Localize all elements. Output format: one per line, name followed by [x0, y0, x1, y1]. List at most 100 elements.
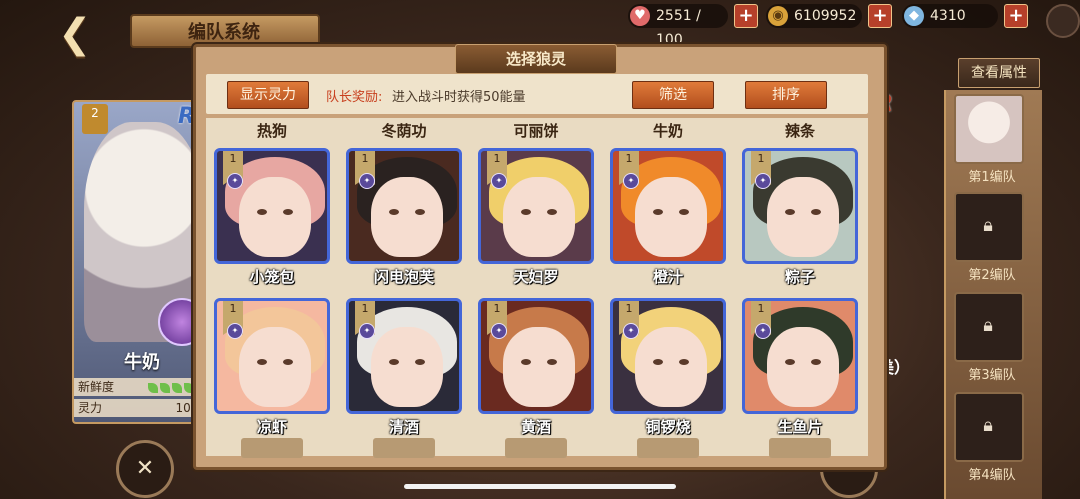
- sort-button[interactable]: 排序: [745, 81, 827, 109]
- menu-circle-button[interactable]: [1046, 4, 1080, 38]
- eye: [415, 209, 425, 215]
- gems-display: ◆ 4310 +: [902, 4, 1028, 28]
- power-label: 灵力: [78, 401, 103, 415]
- face: [635, 327, 707, 407]
- face: [371, 327, 443, 407]
- team-slot-1[interactable]: [954, 94, 1024, 164]
- eye: [283, 209, 293, 215]
- eye: [653, 209, 663, 215]
- eye: [653, 359, 663, 365]
- spirit-card[interactable]: 1 ✦: [214, 148, 330, 264]
- row-label: 热狗: [256, 122, 287, 140]
- show-power-button[interactable]: 显示灵力: [227, 81, 309, 109]
- lock-icon: 🔒︎: [983, 315, 993, 336]
- face: [239, 177, 311, 257]
- element-icon: ✦: [755, 173, 771, 189]
- eye: [547, 209, 557, 215]
- spirit-card[interactable]: 1 ✦: [610, 298, 726, 414]
- page-title: 编队系统: [130, 14, 320, 48]
- team-label-4: 第4编队: [968, 468, 1016, 483]
- coin-icon: ◉: [768, 6, 788, 26]
- team-label-1: 第1编队: [968, 170, 1016, 185]
- eye: [389, 209, 399, 215]
- team-slot-3[interactable]: 🔒︎: [954, 292, 1024, 362]
- eye: [521, 359, 531, 365]
- spirit-name: 粽子: [784, 268, 815, 286]
- element-icon: ✦: [359, 323, 375, 339]
- crystal-icon: ◆: [904, 6, 924, 26]
- slot-tab: [505, 438, 567, 458]
- face: [767, 327, 839, 407]
- stamina-display: ♥ 2551 / 100 +: [628, 4, 758, 48]
- face: [371, 177, 443, 257]
- eye: [415, 359, 425, 365]
- spirit-name: 黄酒: [520, 418, 551, 436]
- heart-icon: ♥: [630, 6, 650, 26]
- add-coins-button[interactable]: +: [868, 4, 892, 28]
- element-icon: ✦: [623, 323, 639, 339]
- row-label: 辣条: [784, 122, 815, 140]
- freshness-label: 新鲜度: [78, 380, 115, 394]
- stamina-value: 2551 / 100: [656, 8, 701, 48]
- add-stamina-button[interactable]: +: [734, 4, 758, 28]
- element-icon: ✦: [359, 173, 375, 189]
- view-attributes-button[interactable]: 查看属性: [958, 58, 1040, 88]
- team-slot-4[interactable]: 🔒︎: [954, 392, 1024, 462]
- power-row: 灵力 1047: [74, 399, 210, 417]
- face: [635, 177, 707, 257]
- slot-tab: [241, 438, 303, 458]
- face: [503, 327, 575, 407]
- modal-title: 选择狼灵: [455, 44, 617, 74]
- eye: [679, 209, 689, 215]
- eye: [811, 359, 821, 365]
- leader-bonus-label: 队长奖励:: [326, 90, 383, 105]
- spirit-name: 闪电泡芙: [373, 268, 434, 286]
- eye: [521, 209, 531, 215]
- spirit-card[interactable]: 1 ✦: [478, 298, 594, 414]
- eye: [811, 209, 821, 215]
- spirit-name: 天妇罗: [513, 268, 559, 286]
- face: [239, 327, 311, 407]
- rank-badge: 2: [82, 104, 108, 134]
- home-indicator: [404, 484, 676, 489]
- spirit-card[interactable]: 1 ✦: [346, 148, 462, 264]
- face: [767, 177, 839, 257]
- element-icon: ✦: [623, 173, 639, 189]
- add-gems-button[interactable]: +: [1004, 4, 1028, 28]
- leader-bonus-desc: 进入战斗时获得50能量: [392, 90, 526, 105]
- eye: [547, 359, 557, 365]
- eye: [389, 359, 399, 365]
- eye: [257, 359, 267, 365]
- freshness-row: 新鲜度: [74, 378, 210, 396]
- fork-knife-icon[interactable]: ✕: [116, 440, 174, 498]
- back-arrow-icon[interactable]: ❮: [58, 14, 118, 54]
- element-icon: ✦: [491, 323, 507, 339]
- face: [503, 177, 575, 257]
- gems-value: 4310: [930, 8, 966, 24]
- row-label: 冬荫功: [381, 122, 427, 140]
- spirit-name: 生鱼片: [777, 418, 823, 436]
- slot-tab: [769, 438, 831, 458]
- team-slot-2[interactable]: 🔒︎: [954, 192, 1024, 262]
- spirit-card[interactable]: 1 ✦: [742, 148, 858, 264]
- filter-button[interactable]: 筛选: [632, 81, 714, 109]
- spirit-name: 铜锣烧: [645, 418, 691, 436]
- spirit-name: 清酒: [388, 418, 419, 436]
- team-label-3: 第3编队: [968, 368, 1016, 383]
- coins-display: ◉ 6109952 +: [766, 4, 892, 28]
- spirit-name: 小笼包: [249, 268, 295, 286]
- coins-value: 6109952: [794, 8, 857, 24]
- team-label-2: 第2编队: [968, 268, 1016, 283]
- slot-tab: [373, 438, 435, 458]
- leader-name: 牛奶: [124, 352, 160, 373]
- spirit-card[interactable]: 1 ✦: [214, 298, 330, 414]
- slot-tab: [637, 438, 699, 458]
- eye: [785, 359, 795, 365]
- spirit-card[interactable]: 1 ✦: [346, 298, 462, 414]
- element-icon: ✦: [755, 323, 771, 339]
- eye: [283, 359, 293, 365]
- spirit-card[interactable]: 1 ✦: [742, 298, 858, 414]
- spirit-card[interactable]: 1 ✦: [478, 148, 594, 264]
- spirit-card[interactable]: 1 ✦: [610, 148, 726, 264]
- element-icon: ✦: [227, 323, 243, 339]
